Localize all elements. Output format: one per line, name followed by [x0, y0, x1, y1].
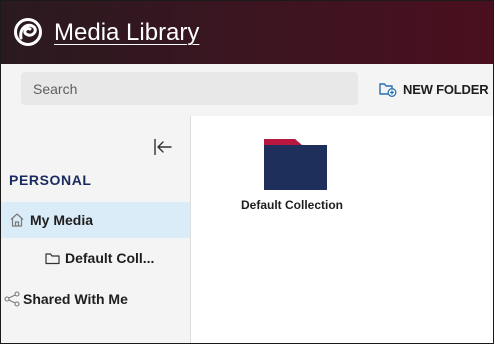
- new-folder-button[interactable]: NEW FOLDER: [379, 78, 489, 100]
- home-icon: [9, 212, 25, 228]
- sidebar-item-label: Shared With Me: [23, 291, 128, 307]
- app-header: Media Library: [1, 1, 493, 64]
- folder-icon: [264, 139, 327, 190]
- swirl-logo-icon[interactable]: [12, 16, 44, 48]
- toolbar: NEW FOLDER: [1, 64, 493, 116]
- collapse-left-icon[interactable]: [152, 137, 174, 157]
- folder-plus-icon: [379, 83, 397, 97]
- content-area: Default Collection: [191, 116, 493, 343]
- sidebar-item-default-collection[interactable]: Default Coll...: [1, 240, 190, 276]
- folder-icon: [45, 252, 60, 265]
- sidebar-item-label: My Media: [30, 212, 94, 228]
- share-icon: [4, 291, 20, 307]
- section-title-personal: PERSONAL: [9, 172, 92, 188]
- folder-tile-default-collection[interactable]: Default Collection: [227, 137, 357, 217]
- app-window: Media Library NEW FOLDER PERSONAL: [0, 0, 494, 344]
- sidebar: PERSONAL My Media Default Coll... Shared…: [1, 116, 191, 343]
- folder-label: Default Collection: [240, 198, 343, 212]
- sidebar-item-shared-with-me[interactable]: Shared With Me: [1, 281, 190, 317]
- search-input[interactable]: [21, 72, 358, 105]
- sidebar-item-label: Default Coll...: [65, 250, 155, 266]
- app-title-link[interactable]: Media Library: [54, 19, 199, 47]
- new-folder-label: NEW FOLDER: [403, 81, 489, 97]
- sidebar-item-my-media[interactable]: My Media: [1, 202, 190, 238]
